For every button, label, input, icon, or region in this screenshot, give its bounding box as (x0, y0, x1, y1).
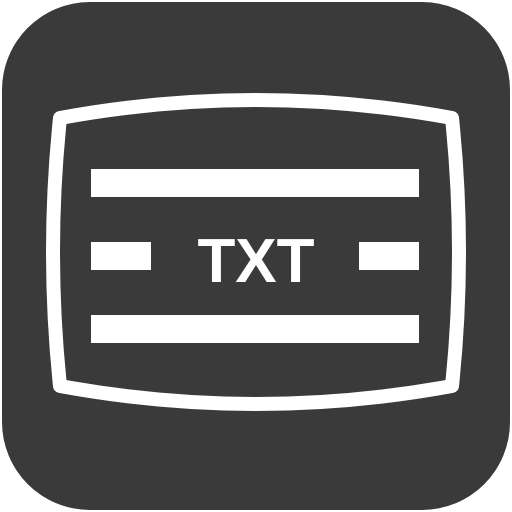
teletext-icon: TXT (2, 2, 510, 510)
teletext-app-icon[interactable]: TXT (0, 0, 512, 512)
text-line-bottom (91, 315, 419, 343)
text-line-middle-left (91, 242, 151, 270)
txt-label: TXT (197, 227, 314, 296)
text-line-top (91, 169, 419, 197)
text-line-middle-right (359, 242, 419, 270)
